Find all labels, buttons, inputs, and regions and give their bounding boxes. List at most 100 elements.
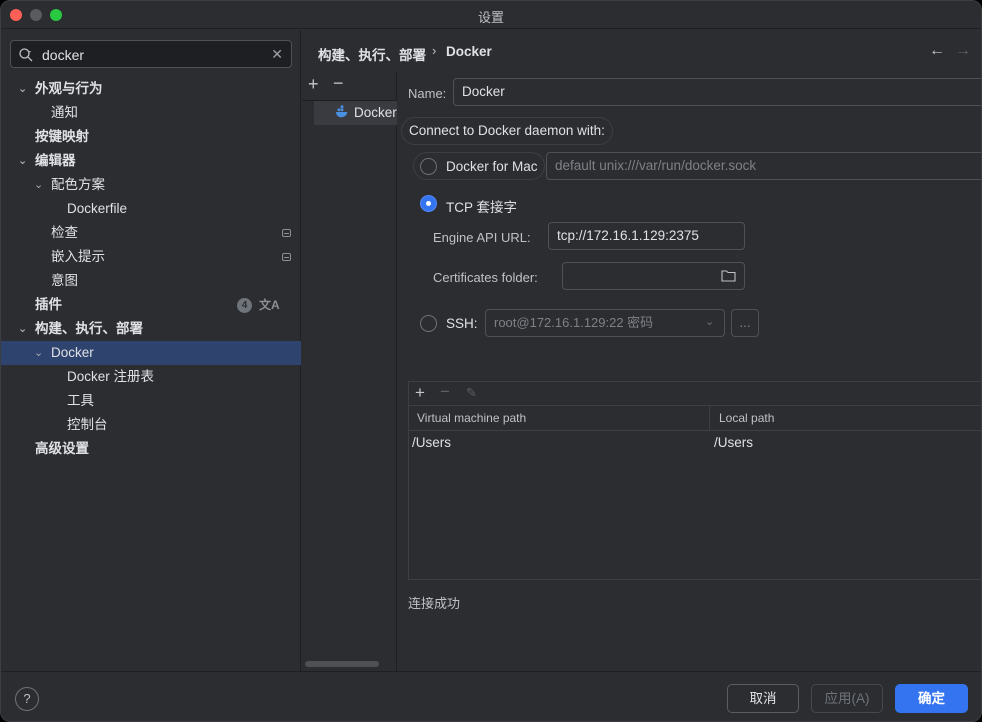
certificates-folder-input[interactable] — [562, 262, 745, 290]
tree-item-label: 编辑器 — [35, 153, 76, 168]
tree-item-label: 嵌入提示 — [51, 249, 105, 264]
tree-item-label: Docker — [51, 345, 94, 360]
docker-for-mac-radio[interactable] — [420, 158, 437, 175]
tree-item-4[interactable]: ⌄ 配色方案 — [1, 173, 301, 197]
tree-item-label: 构建、执行、部署 — [35, 321, 143, 336]
add-mapping-icon[interactable]: + — [415, 383, 425, 403]
cancel-button[interactable]: 取消 — [727, 684, 799, 713]
docker-for-mac-label[interactable]: Docker for Mac — [446, 159, 538, 174]
breadcrumb-parent[interactable]: 构建、执行、部署 — [318, 44, 426, 64]
tree-item-0[interactable]: ⌄ 外观与行为 — [1, 77, 301, 101]
ssh-configure-button[interactable]: ... — [731, 309, 759, 337]
tree-item-9[interactable]: 插件 4 文A — [1, 293, 301, 317]
title-bar: 设置 — [1, 1, 981, 29]
tree-item-7[interactable]: 嵌入提示 — [1, 245, 301, 269]
clear-search-icon[interactable]: ✕ — [271, 46, 283, 63]
tree-item-label: 配色方案 — [51, 177, 105, 192]
tree-item-15[interactable]: 高级设置 — [1, 437, 301, 461]
settings-window: 设置 docker ✕ ⌄ 外观与行为通知按键映射 ⌄ 编辑器 ⌄ 配色方案 Dockerf… — [0, 0, 982, 722]
mapping-vm-path-cell[interactable]: /Users — [412, 435, 451, 450]
tree-item-6[interactable]: 检查 — [1, 221, 301, 245]
settings-sidebar: docker ✕ ⌄ 外观与行为通知按键映射 ⌄ 编辑器 ⌄ 配色方案 Dockerfile… — [1, 30, 301, 671]
name-input[interactable]: Docker — [453, 78, 981, 106]
help-button[interactable]: ? — [15, 687, 39, 711]
tree-item-1[interactable]: 通知 — [1, 101, 301, 125]
folder-icon[interactable] — [721, 269, 736, 282]
settings-search-input[interactable]: docker ✕ — [10, 40, 292, 68]
tcp-socket-radio[interactable] — [420, 195, 437, 212]
ssh-label[interactable]: SSH: — [446, 316, 478, 331]
project-scope-icon — [282, 253, 291, 261]
settings-content: 构建、执行、部署 › Docker ← → + − Docker Name: D… — [302, 30, 981, 671]
engine-api-url-input[interactable]: tcp://172.16.1.129:2375 — [548, 222, 745, 250]
name-label: Name: — [408, 86, 447, 101]
docker-config-list: + − Docker — [302, 72, 397, 671]
tree-item-12[interactable]: Docker 注册表 — [1, 365, 301, 389]
tree-item-label: 按键映射 — [35, 129, 89, 144]
tree-item-label: 控制台 — [67, 417, 108, 432]
edit-mapping-icon[interactable]: ✎ — [466, 385, 477, 401]
tree-item-label: Docker 注册表 — [67, 369, 155, 384]
breadcrumb: 构建、执行、部署 › Docker ← → — [302, 30, 981, 72]
back-arrow-icon[interactable]: ← — [929, 42, 945, 60]
tree-item-label: 通知 — [51, 105, 78, 120]
tree-item-11[interactable]: ⌄ Docker — [1, 341, 301, 365]
settings-tree: ⌄ 外观与行为通知按键映射 ⌄ 编辑器 ⌄ 配色方案 Dockerfile 检查嵌入提示意图插… — [1, 77, 301, 461]
docker-for-mac-socket-field[interactable]: default unix:///var/run/docker.sock — [546, 152, 981, 180]
engine-api-url-label: Engine API URL: — [433, 230, 531, 245]
path-mappings-table: + − ✎ Virtual machine path Local path /U… — [408, 381, 981, 580]
certificates-folder-label: Certificates folder: — [433, 270, 538, 285]
ssh-radio[interactable] — [420, 315, 437, 332]
tree-item-label: 外观与行为 — [35, 81, 103, 96]
window-title: 设置 — [477, 10, 504, 25]
chevron-down-icon[interactable]: ⌄ — [18, 149, 30, 173]
connect-group-title: Connect to Docker daemon with: — [401, 117, 613, 145]
column-local-path[interactable]: Local path — [719, 411, 774, 425]
docker-config-form: Name: Docker Connect to Docker daemon wi… — [398, 72, 981, 671]
tree-item-2[interactable]: 按键映射 — [1, 125, 301, 149]
tree-item-3[interactable]: ⌄ 编辑器 — [1, 149, 301, 173]
dialog-footer: ? 取消 应用(A) 确定 — [1, 671, 981, 721]
chevron-down-icon[interactable]: ⌄ — [18, 317, 30, 341]
project-scope-icon — [282, 229, 291, 237]
tree-item-14[interactable]: 控制台 — [1, 413, 301, 437]
tree-item-label: Dockerfile — [67, 201, 128, 216]
remove-mapping-icon[interactable]: − — [440, 382, 450, 402]
forward-arrow-icon[interactable]: → — [955, 42, 971, 60]
tree-item-label: 工具 — [67, 393, 94, 408]
table-toolbar: + − ✎ — [409, 382, 981, 406]
tree-item-label: 插件 — [35, 297, 62, 312]
update-count-badge: 4 — [237, 298, 252, 313]
tree-item-label: 意图 — [51, 273, 78, 288]
chevron-down-icon[interactable]: ⌄ — [34, 341, 46, 365]
docker-config-item[interactable]: Docker — [314, 101, 397, 125]
mapping-local-path-cell[interactable]: /Users — [714, 435, 753, 450]
tree-item-5[interactable]: Dockerfile — [1, 197, 301, 221]
add-config-icon[interactable]: + — [308, 74, 319, 95]
translate-icon: 文A — [259, 298, 280, 312]
tree-item-10[interactable]: ⌄ 构建、执行、部署 — [1, 317, 301, 341]
chevron-down-icon[interactable]: ⌄ — [34, 173, 46, 197]
column-divider — [709, 406, 710, 431]
ssh-connection-select[interactable]: root@172.16.1.129:22 密码 — [485, 309, 725, 337]
docker-whale-icon — [335, 105, 348, 118]
tree-item-label: 检查 — [51, 225, 78, 240]
chevron-down-icon: ⌄ — [705, 316, 715, 328]
tcp-socket-label[interactable]: TCP 套接字 — [446, 196, 517, 216]
connection-status-text: 连接成功 — [408, 596, 461, 611]
apply-button[interactable]: 应用(A) — [811, 684, 883, 713]
remove-config-icon[interactable]: − — [333, 73, 344, 94]
chevron-down-icon[interactable]: ⌄ — [18, 77, 30, 101]
ok-button[interactable]: 确定 — [895, 684, 968, 713]
search-query: docker — [42, 47, 85, 63]
tree-item-8[interactable]: 意图 — [1, 269, 301, 293]
breadcrumb-current: Docker — [446, 44, 492, 59]
docker-config-label: Docker — [354, 105, 397, 120]
tree-item-label: 高级设置 — [35, 441, 89, 456]
column-virtual-machine-path[interactable]: Virtual machine path — [417, 411, 526, 425]
breadcrumb-chevron-icon: › — [432, 43, 437, 58]
tree-item-13[interactable]: 工具 — [1, 389, 301, 413]
horizontal-scrollbar[interactable] — [305, 661, 379, 667]
search-icon — [19, 48, 33, 62]
table-header: Virtual machine path Local path — [409, 406, 981, 431]
